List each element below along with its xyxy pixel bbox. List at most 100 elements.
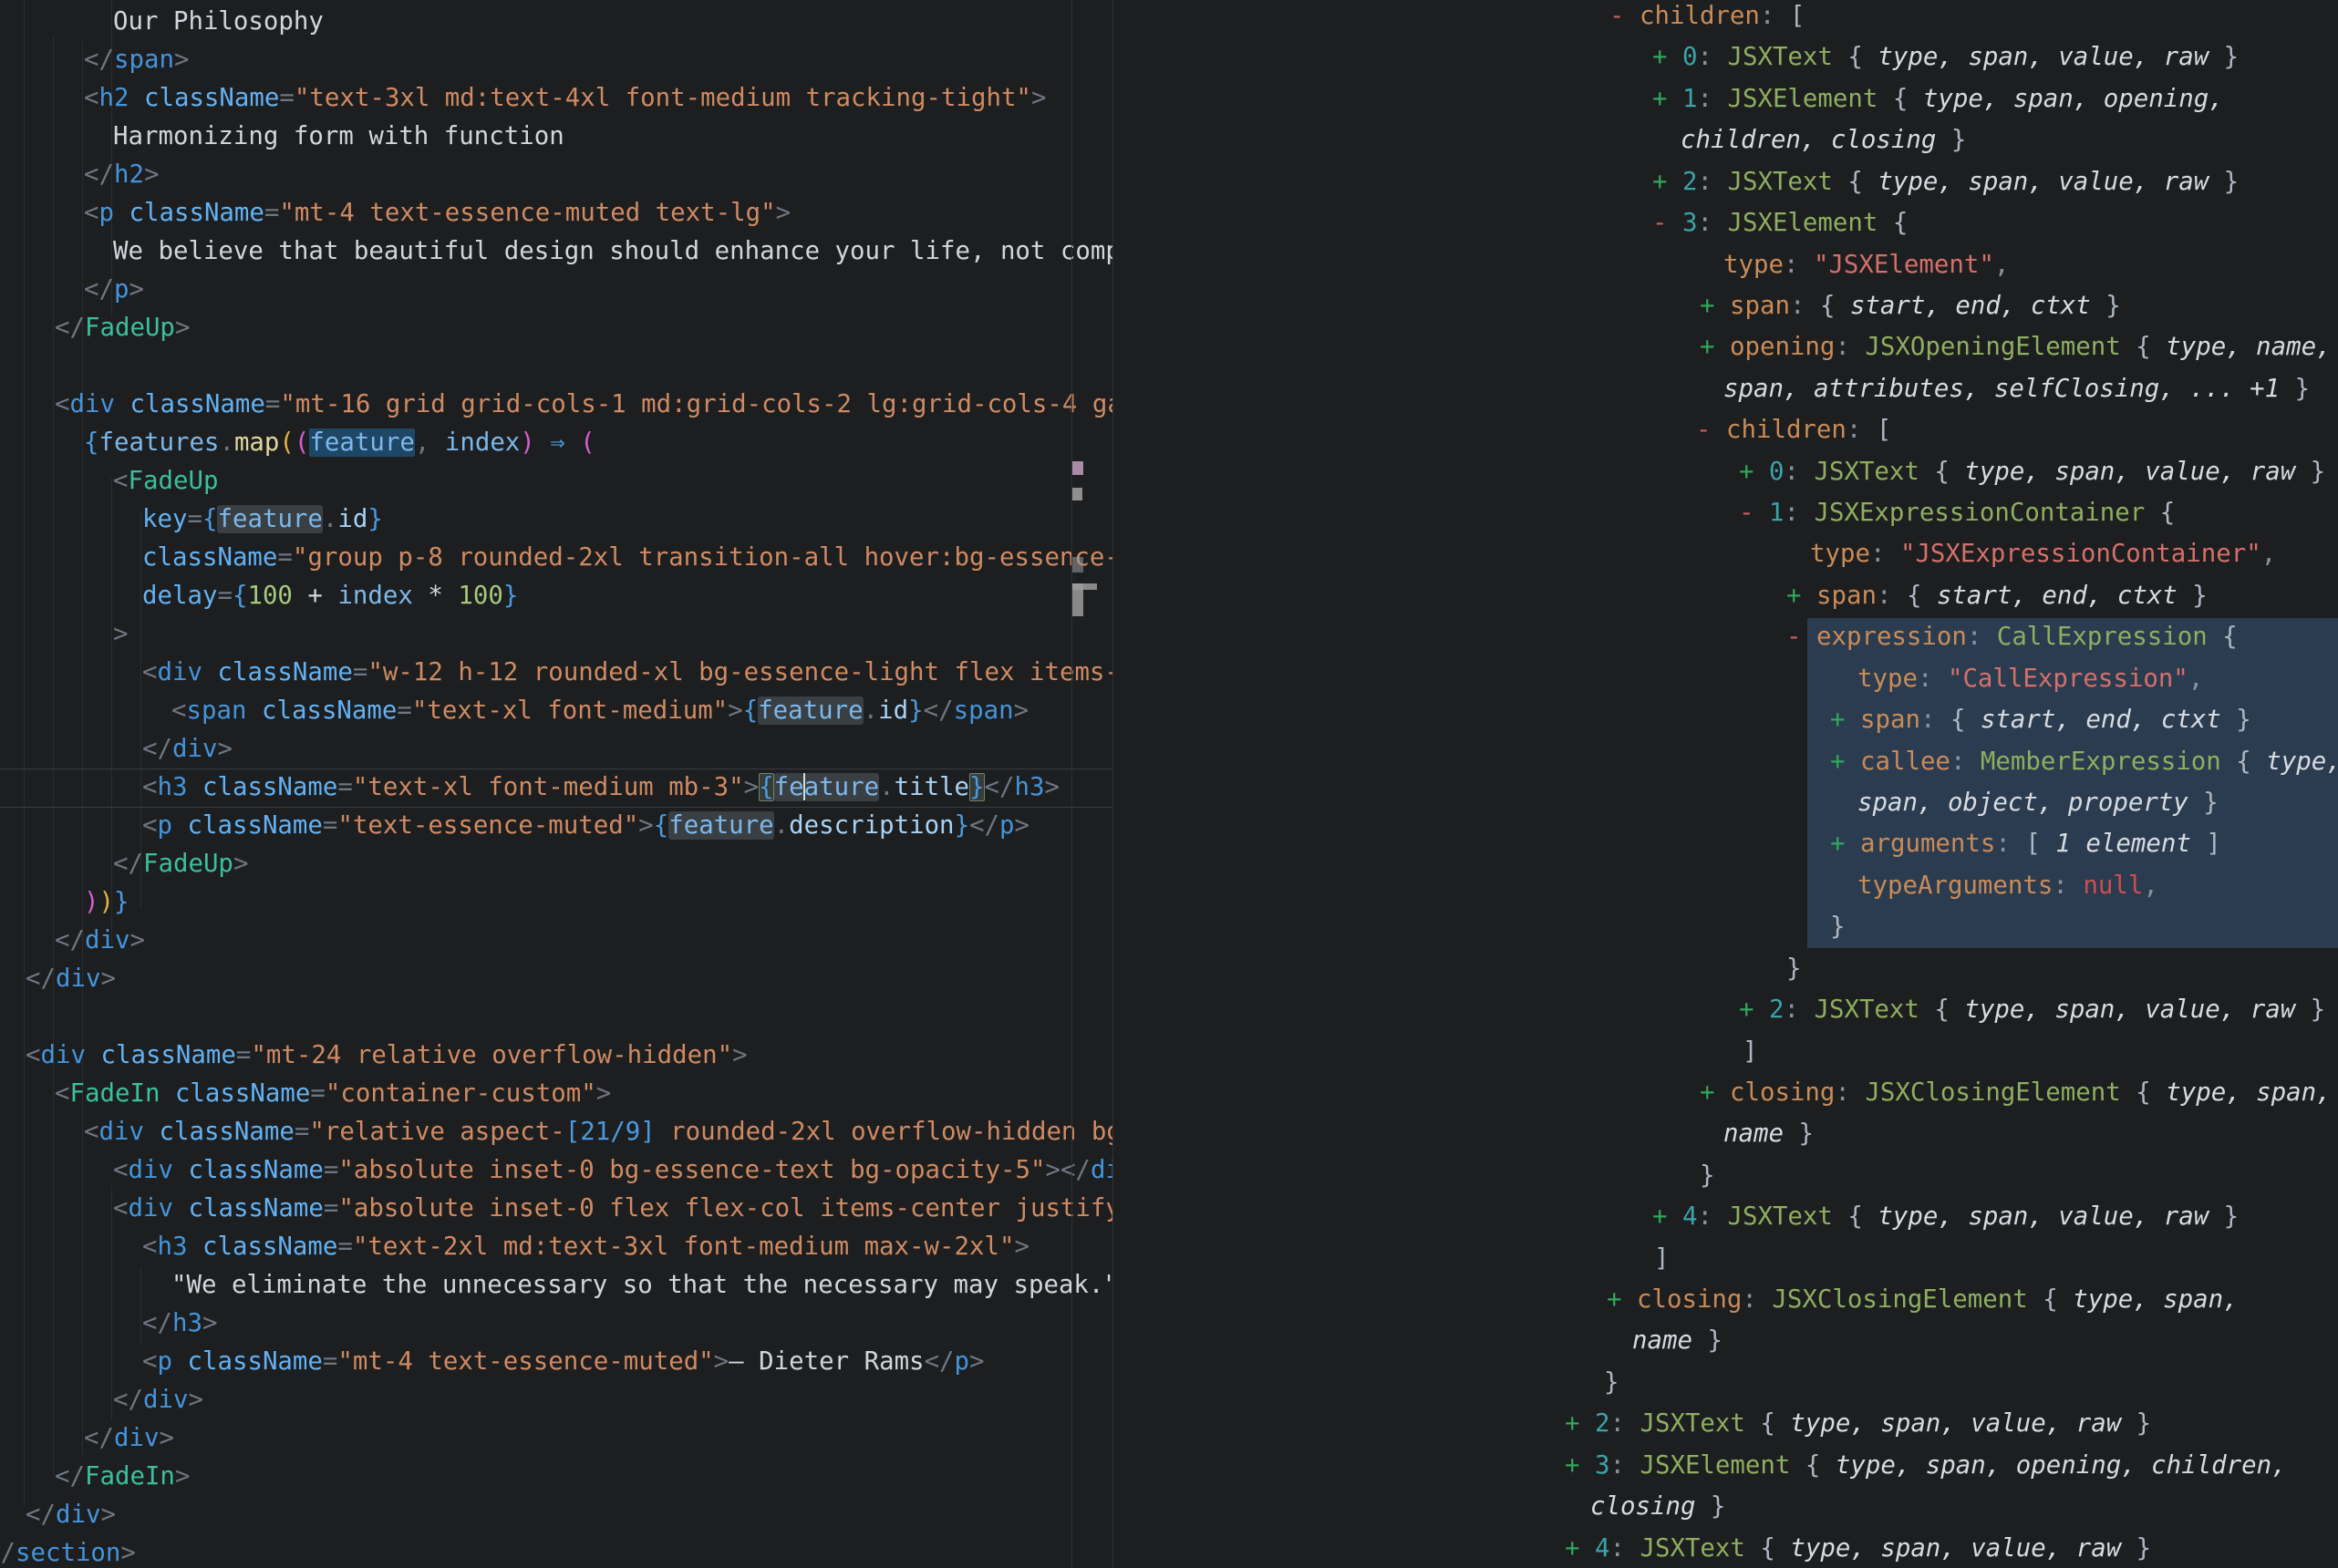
code-line[interactable]: Our Philosophy [113, 3, 324, 41]
expand-toggle-icon[interactable]: + [1652, 168, 1682, 196]
expand-toggle-icon[interactable]: + [1700, 333, 1730, 361]
code-line[interactable]: <div className="mt-16 grid grid-cols-1 m… [55, 386, 1113, 424]
ast-line[interactable]: + span: { start, end, ctxt } [1786, 575, 2208, 617]
expand-toggle-icon[interactable]: + [1700, 1078, 1730, 1107]
ast-line[interactable]: + opening: JSXOpeningElement { type, nam… [1700, 326, 2332, 368]
expand-toggle-icon[interactable]: + [1565, 1409, 1595, 1438]
ast-line[interactable]: typeArguments: null, [1857, 865, 2158, 907]
ast-line[interactable]: type: "CallExpression", [1857, 658, 2203, 700]
expand-toggle-icon[interactable]: + [1652, 1202, 1682, 1231]
ast-line[interactable]: name } [1632, 1320, 1722, 1362]
expand-toggle-icon[interactable]: + [1830, 830, 1860, 858]
code-line[interactable]: </h3> [142, 1305, 217, 1343]
expand-toggle-icon[interactable]: + [1652, 85, 1682, 113]
ast-line[interactable]: + 2: JSXText { type, span, value, raw } [1652, 161, 2239, 203]
collapse-toggle-icon[interactable]: - [1696, 416, 1726, 444]
code-line[interactable]: <h2 className="text-3xl md:text-4xl font… [84, 79, 1046, 118]
ast-line[interactable]: + 2: JSXText { type, span, value, raw } [1565, 1403, 2151, 1445]
ast-tree-pane[interactable]: - children: [+ 0: JSXText { type, span, … [1113, 0, 2338, 1568]
code-line[interactable]: delay={100 + index * 100} [142, 577, 518, 615]
expand-toggle-icon[interactable]: + [1565, 1534, 1595, 1563]
ast-line[interactable]: - 1: JSXExpressionContainer { [1739, 492, 2175, 534]
viewport-marker[interactable] [1072, 583, 1083, 616]
expand-toggle-icon[interactable]: + [1830, 748, 1860, 776]
ast-line[interactable]: - children: [ [1609, 0, 1805, 37]
ast-line[interactable]: + 4: JSXText { type, span, value, raw } [1565, 1528, 2151, 1568]
collapse-toggle-icon[interactable]: - [1609, 2, 1640, 30]
ast-line[interactable]: + 1: JSXElement { type, span, opening, [1652, 78, 2224, 120]
code-line[interactable]: ))} [84, 883, 129, 922]
ast-line[interactable]: ] [1654, 1238, 1670, 1280]
ast-line[interactable]: - 3: JSXElement { [1652, 202, 1908, 244]
code-line[interactable]: <h3 className="text-xl font-medium mb-3"… [142, 769, 1060, 807]
code-line[interactable]: <span className="text-xl font-medium">{f… [171, 692, 1029, 730]
ast-line[interactable]: ] [1743, 1031, 1758, 1073]
code-line[interactable]: </FadeIn> [55, 1458, 190, 1496]
code-line[interactable]: <div className="mt-24 relative overflow-… [26, 1037, 748, 1075]
code-line[interactable]: We believe that beautiful design should … [113, 232, 1113, 271]
ast-line[interactable]: } [1700, 1155, 1715, 1197]
expand-toggle-icon[interactable]: + [1830, 706, 1860, 734]
ast-line[interactable]: - expression: CallExpression { [1786, 616, 2238, 658]
code-line[interactable]: <FadeUp [113, 462, 218, 500]
expand-toggle-icon[interactable]: + [1700, 292, 1730, 320]
ast-line[interactable]: } [1830, 906, 1846, 948]
code-line[interactable]: </h2> [84, 156, 159, 194]
expand-toggle-icon[interactable]: + [1652, 43, 1682, 71]
code-line[interactable]: {features.map((feature, index) ⇒ ( [84, 424, 595, 462]
expand-toggle-icon[interactable]: + [1739, 995, 1769, 1024]
ast-line[interactable]: + arguments: [ 1 element ] [1830, 823, 2221, 865]
ast-line[interactable]: + 0: JSXText { type, span, value, raw } [1652, 36, 2239, 78]
ast-line[interactable]: type: "JSXElement", [1723, 244, 2009, 286]
code-line[interactable]: </div> [84, 1419, 174, 1458]
ast-line[interactable]: type: "JSXExpressionContainer", [1810, 533, 2276, 575]
code-line[interactable]: <FadeIn className="container-custom"> [55, 1075, 611, 1113]
source-editor-pane[interactable]: Our Philosophy</span><h2 className="text… [0, 0, 1113, 1568]
code-line[interactable]: </div> [113, 1381, 203, 1419]
code-line[interactable]: <div className="relative aspect-[21/9] r… [84, 1113, 1113, 1151]
occurrence-marker[interactable] [1072, 557, 1083, 573]
ast-line[interactable]: + closing: JSXClosingElement { type, spa… [1700, 1072, 2332, 1114]
ast-line[interactable]: + callee: MemberExpression { type, [1830, 741, 2338, 783]
code-line[interactable]: <p className="mt-4 text-essence-muted te… [84, 194, 791, 232]
code-line[interactable]: > [113, 615, 129, 654]
code-line[interactable]: Harmonizing form with function [113, 118, 564, 156]
code-line[interactable]: <p className="text-essence-muted">{featu… [142, 807, 1029, 845]
code-line[interactable]: </FadeUp> [113, 845, 248, 883]
ast-line[interactable]: name } [1723, 1113, 1814, 1155]
collapse-toggle-icon[interactable]: - [1739, 499, 1769, 527]
ast-line[interactable]: } [1604, 1362, 1619, 1404]
ast-line[interactable]: + 0: JSXText { type, span, value, raw } [1739, 451, 2325, 493]
ast-line[interactable]: - children: [ [1696, 409, 1891, 451]
code-line[interactable]: <div className="w-12 h-12 rounded-xl bg-… [142, 654, 1113, 692]
expand-toggle-icon[interactable]: + [1739, 458, 1769, 486]
expand-toggle-icon[interactable]: + [1786, 582, 1816, 610]
ast-line[interactable]: + span: { start, end, ctxt } [1830, 699, 2251, 741]
occurrence-marker[interactable] [1072, 488, 1082, 500]
modified-marker[interactable] [1072, 461, 1083, 475]
code-line[interactable]: <div className="absolute inset-0 bg-esse… [113, 1151, 1113, 1190]
code-line[interactable]: <div className="absolute inset-0 flex fl… [113, 1190, 1113, 1228]
code-line[interactable]: key={feature.id} [142, 500, 383, 539]
ast-line[interactable]: span, object, property } [1857, 782, 2219, 824]
expand-toggle-icon[interactable]: + [1607, 1285, 1637, 1314]
code-line[interactable]: <h3 className="text-2xl md:text-3xl font… [142, 1228, 1029, 1266]
code-line[interactable]: </div> [26, 1496, 116, 1534]
ast-line[interactable]: + 2: JSXText { type, span, value, raw } [1739, 989, 2325, 1031]
code-line[interactable]: </section> [0, 1534, 136, 1568]
ast-line[interactable]: + closing: JSXClosingElement { type, spa… [1607, 1279, 2239, 1321]
code-line[interactable]: className="group p-8 rounded-2xl transit… [142, 539, 1113, 577]
code-line[interactable]: "We eliminate the unnecessary so that th… [171, 1266, 1113, 1305]
code-line[interactable]: </div> [55, 922, 145, 960]
ast-line[interactable]: children, closing } [1681, 119, 1966, 161]
code-line[interactable]: </div> [26, 960, 116, 998]
collapse-toggle-icon[interactable]: - [1786, 623, 1816, 651]
code-line[interactable]: </div> [142, 730, 233, 769]
code-line[interactable]: </FadeUp> [55, 309, 190, 347]
ast-line[interactable]: + span: { start, end, ctxt } [1700, 285, 2121, 327]
collapse-toggle-icon[interactable]: - [1652, 209, 1682, 237]
code-line[interactable]: <p className="mt-4 text-essence-muted">—… [142, 1343, 985, 1381]
expand-toggle-icon[interactable]: + [1565, 1451, 1595, 1480]
ast-line[interactable]: closing } [1590, 1486, 1725, 1528]
code-line[interactable]: </span> [84, 41, 189, 79]
